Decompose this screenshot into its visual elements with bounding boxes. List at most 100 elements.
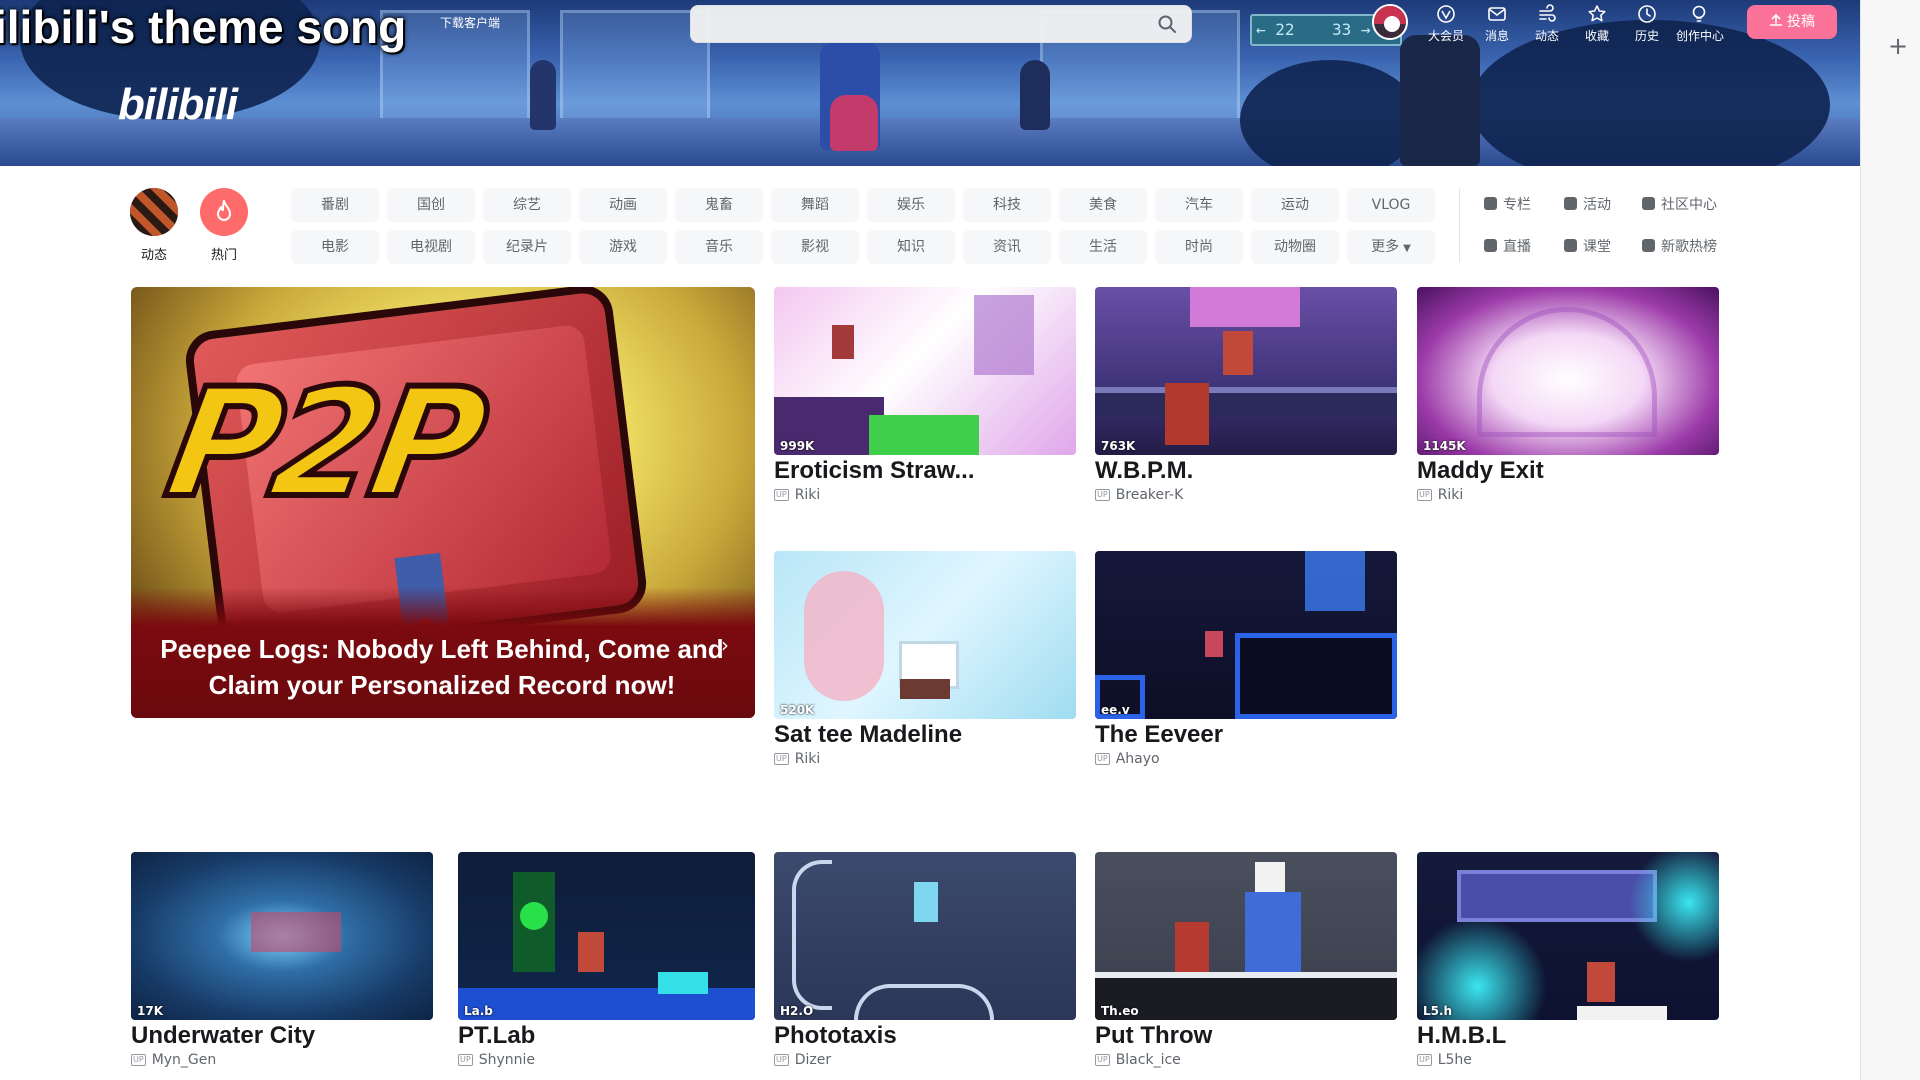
header-favorites-button[interactable]: 收藏 [1574,2,1620,44]
download-client-link[interactable]: 下载客户端 [440,14,500,31]
channel-chip-sports[interactable]: 运动 [1251,188,1339,222]
channel-chip-tv-series[interactable]: 电视剧 [387,230,475,264]
video-title[interactable]: H.M.B.L [1417,1020,1727,1052]
nav-extra-song-chart[interactable]: 新歌热榜 [1642,236,1717,258]
channel-chip-music[interactable]: 音乐 [675,230,763,264]
video-title[interactable]: Put Throw [1095,1020,1405,1052]
lightbulb-icon [1692,5,1706,22]
channel-chip-technology[interactable]: 科技 [963,188,1051,222]
video-title[interactable]: Underwater City [131,1020,441,1052]
channel-chip-animals[interactable]: 动物圈 [1251,230,1339,264]
mail-icon [1488,7,1506,21]
video-title[interactable]: Maddy Exit [1417,455,1727,487]
video-thumbnail[interactable]: L5.h [1417,852,1719,1020]
course-icon [1564,239,1577,252]
channel-chip-guochuang[interactable]: 国创 [387,188,475,222]
video-card[interactable]: ee.v The Eeveer UP Ahayo [1095,551,1397,791]
channel-chip-dance[interactable]: 舞蹈 [771,188,859,222]
channel-chip-food[interactable]: 美食 [1059,188,1147,222]
header-favorites-label: 收藏 [1584,29,1609,43]
video-card[interactable]: Th.eo Put Throw UP Black_ice [1095,852,1397,1080]
community-icon [1642,197,1655,210]
video-title[interactable]: Phototaxis [774,1020,1084,1052]
nav-extra-live[interactable]: 直播 [1484,236,1531,258]
video-author[interactable]: UP Ahayo [1095,751,1160,767]
video-author[interactable]: UP Black_ice [1095,1052,1181,1068]
flame-icon [217,200,231,221]
channel-chip-kichiku[interactable]: 鬼畜 [675,188,763,222]
video-author[interactable]: UP L5he [1417,1052,1472,1068]
video-title[interactable]: The Eeveer [1095,719,1405,751]
channel-chip-more[interactable]: 更多 ▼ [1347,230,1435,264]
channel-chip-film-tv[interactable]: 影视 [771,230,859,264]
channel-chip-movie[interactable]: 电影 [291,230,379,264]
video-card[interactable]: H2.O Phototaxis UP Dizer [774,852,1076,1080]
video-thumbnail[interactable]: H2.O [774,852,1076,1020]
add-icon[interactable]: + [1884,32,1912,60]
nav-dynamic-button[interactable] [130,188,178,236]
video-thumbnail[interactable]: 520K [774,551,1076,719]
hero-carousel[interactable]: P2P Peepee Logs: Nobody Left Behind, Com… [131,287,755,718]
video-thumbnail[interactable]: 763K [1095,287,1397,455]
video-title[interactable]: Eroticism Straw... [774,455,1084,487]
channel-chip-animation[interactable]: 动画 [579,188,667,222]
thumbnail-pixel-art [1095,972,1397,1020]
video-card[interactable]: 999K Eroticism Straw... UP Riki [774,287,1076,527]
header-creator-center-button[interactable]: 创作中心 [1676,2,1724,44]
channel-chip-variety[interactable]: 综艺 [483,188,571,222]
bilibili-logo[interactable]: bilibili [118,80,238,130]
video-thumbnail[interactable]: La.b [458,852,755,1020]
video-author[interactable]: UP Dizer [774,1052,831,1068]
video-title[interactable]: PT.Lab [458,1020,768,1052]
video-thumbnail[interactable]: 999K [774,287,1076,455]
upload-button[interactable]: 投稿 [1747,5,1837,39]
video-thumbnail[interactable]: 1145K [1417,287,1719,455]
video-card[interactable]: 520K Sat tee Madeline UP Riki [774,551,1076,791]
video-title[interactable]: Sat tee Madeline [774,719,1084,751]
header-dynamics-button[interactable]: 动态 [1524,2,1570,44]
video-card[interactable]: 763K W.B.P.M. UP Breaker-K [1095,287,1397,527]
channel-chip-car[interactable]: 汽车 [1155,188,1243,222]
video-author[interactable]: UP Myn_Gen [131,1052,216,1068]
video-author[interactable]: UP Riki [1417,487,1463,503]
nav-extra-column[interactable]: 专栏 [1484,194,1531,216]
nav-extra-course[interactable]: 课堂 [1564,236,1611,258]
video-author[interactable]: UP Riki [774,751,820,767]
video-thumbnail[interactable]: Th.eo [1095,852,1397,1020]
video-thumbnail[interactable]: ee.v [1095,551,1397,719]
nav-hot-button[interactable] [200,188,248,236]
video-thumbnail[interactable]: 17K [131,852,433,1020]
video-card[interactable]: 1145K Maddy Exit UP Riki [1417,287,1719,527]
chevron-right-icon[interactable]: › [721,633,729,657]
search-icon[interactable] [1157,14,1177,34]
user-avatar[interactable] [1372,4,1408,40]
video-card[interactable]: L5.h H.M.B.L UP L5he [1417,852,1719,1080]
channel-chip-news[interactable]: 资讯 [963,230,1051,264]
channel-chip-entertainment[interactable]: 娱乐 [867,188,955,222]
video-card[interactable]: 17K Underwater City UP Myn_Gen [131,852,433,1080]
nav-extra-community[interactable]: 社区中心 [1642,194,1717,216]
video-title[interactable]: W.B.P.M. [1095,455,1405,487]
up-badge-icon: UP [1095,753,1110,765]
channel-chip-bangumi[interactable]: 番剧 [291,188,379,222]
channel-chip-life[interactable]: 生活 [1059,230,1147,264]
channel-chip-knowledge[interactable]: 知识 [867,230,955,264]
channel-chip-documentary[interactable]: 纪录片 [483,230,571,264]
header-vip-button[interactable]: 大会员 [1423,2,1469,44]
channel-chip-game[interactable]: 游戏 [579,230,667,264]
search-box[interactable] [690,5,1192,43]
search-input[interactable] [703,6,1143,42]
video-author[interactable]: UP Riki [774,487,820,503]
channel-chip-vlog[interactable]: VLOG [1347,188,1435,222]
hero-title[interactable]: Peepee Logs: Nobody Left Behind, Come an… [147,631,737,703]
thumbnail-pixel-art [854,984,994,1020]
thumbnail-character-art [1205,631,1223,657]
video-author[interactable]: UP Breaker-K [1095,487,1183,503]
nav-extra-activity[interactable]: 活动 [1564,194,1611,216]
header-messages-button[interactable]: 消息 [1474,2,1520,44]
channel-chip-fashion[interactable]: 时尚 [1155,230,1243,264]
video-author[interactable]: UP Shynnie [458,1052,535,1068]
header-history-button[interactable]: 历史 [1624,2,1670,44]
thumbnail-character-art [1223,331,1253,375]
video-card[interactable]: La.b PT.Lab UP Shynnie [458,852,760,1080]
